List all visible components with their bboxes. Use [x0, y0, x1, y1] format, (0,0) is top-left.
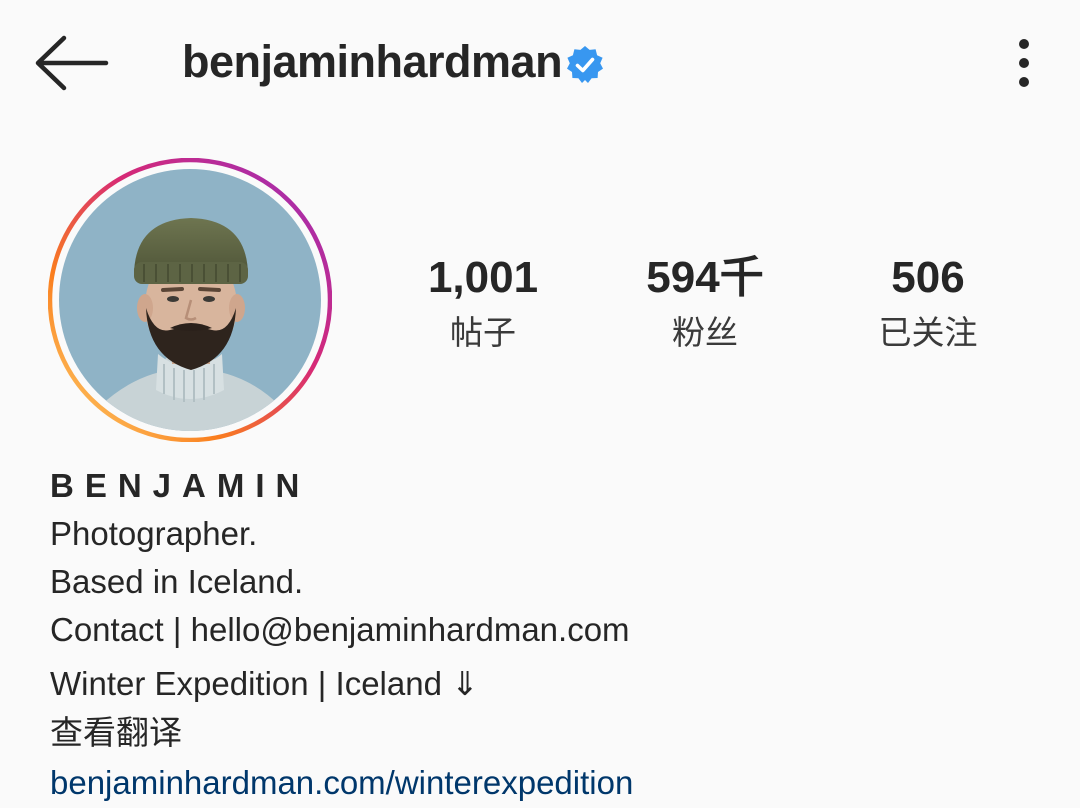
stat-followers[interactable]: 594千 粉丝 [595, 248, 815, 358]
stat-following-label: 已关注 [878, 313, 978, 352]
back-arrow-icon [35, 35, 109, 91]
more-options-icon [1019, 39, 1029, 87]
profile-website-link[interactable]: benjaminhardman.com/winterexpedition [50, 758, 1070, 808]
bio-line: Winter Expedition | Iceland ⇓ [50, 665, 479, 702]
see-translation-button[interactable]: 查看翻译 [50, 708, 1070, 758]
bio-line: Contact | hello@benjaminhardman.com [50, 611, 630, 648]
back-button[interactable] [32, 30, 112, 96]
bio-line: Based in Iceland. [50, 563, 304, 600]
profile-bio: BENJAMIN Photographer. Based in Iceland.… [50, 466, 1070, 808]
stat-following[interactable]: 506 已关注 [818, 248, 1038, 358]
verified-badge-icon [567, 46, 603, 83]
stat-posts[interactable]: 1,001 帖子 [373, 248, 593, 358]
profile-username: benjaminhardman [182, 36, 563, 87]
profile-stats: 1,001 帖子 594千 粉丝 506 已关注 [0, 248, 1080, 368]
stat-posts-label: 帖子 [450, 313, 516, 352]
profile-display-name: BENJAMIN [50, 467, 311, 504]
stat-following-count: 506 [891, 253, 965, 302]
more-options-button[interactable] [1000, 36, 1048, 92]
bio-line: Photographer. [50, 515, 258, 552]
top-bar: benjaminhardman [0, 0, 1080, 130]
stat-followers-label: 粉丝 [672, 313, 738, 352]
stat-posts-count: 1,001 [427, 253, 539, 302]
stat-followers-count: 594千 [646, 253, 764, 302]
